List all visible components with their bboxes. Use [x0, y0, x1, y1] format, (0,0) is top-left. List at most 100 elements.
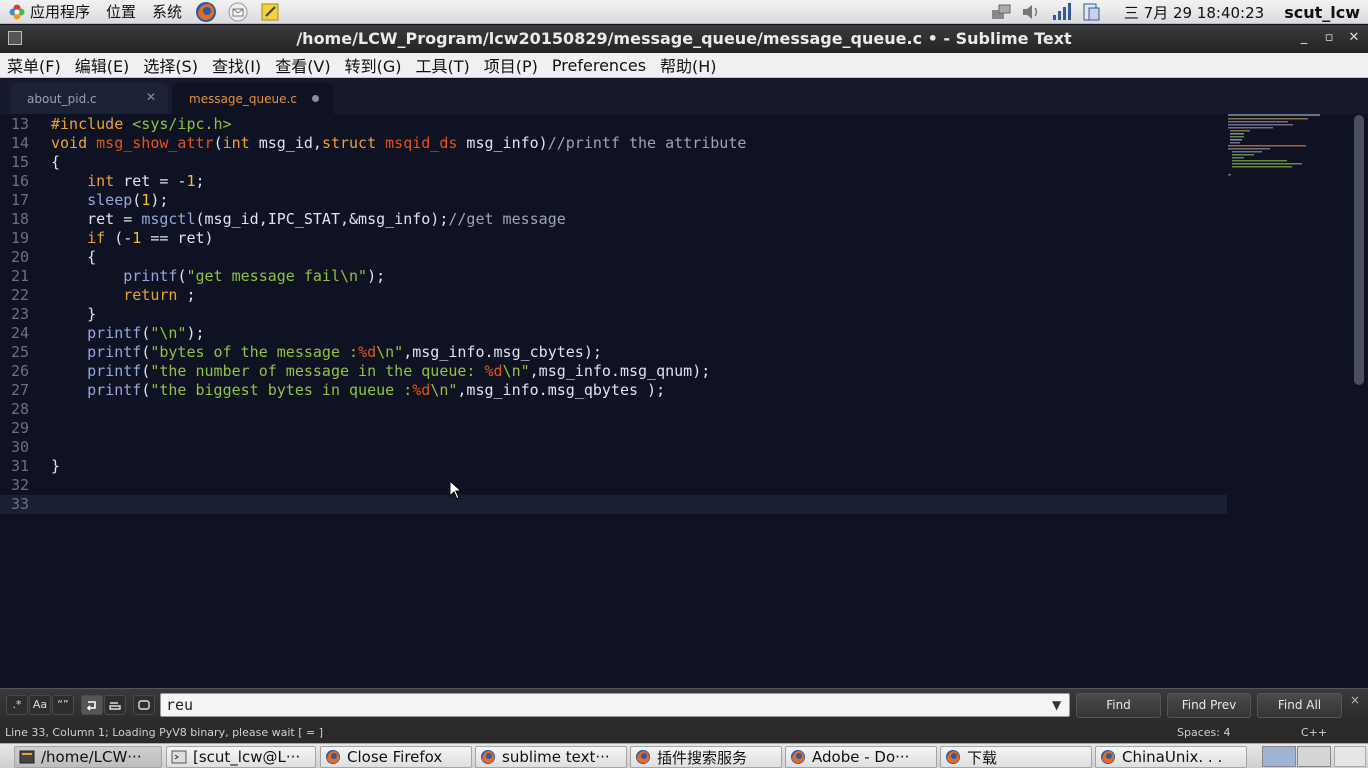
code-line[interactable]: 16 int ret = -1; [0, 172, 1227, 191]
in-selection-toggle[interactable] [104, 695, 126, 715]
code-line[interactable]: 30 [0, 438, 1227, 457]
menu-edit[interactable]: 编辑(E) [68, 53, 137, 77]
taskbar-item[interactable]: ChinaUnix. . . [1095, 746, 1247, 768]
code-line[interactable]: 28 [0, 400, 1227, 419]
line-code: #include <sys/ipc.h> [51, 115, 232, 133]
menu-selection[interactable]: 选择(S) [136, 53, 205, 77]
taskbar: /home/LCW··· [scut_lcw@L··· Close Firefox s… [0, 743, 1368, 768]
code-line[interactable]: 18 ret = msgctl(msg_id,IPC_STAT,&msg_inf… [0, 210, 1227, 229]
find-panel: .* Aa “” ▼ Find Find Prev Find All × [0, 688, 1368, 721]
places-menu[interactable]: 位置 [98, 0, 144, 24]
line-code: void msg_show_attr(int msg_id,struct msq… [51, 134, 747, 152]
line-code: } [51, 457, 61, 475]
code-line[interactable]: 32 [0, 476, 1227, 495]
code-line[interactable]: 22 return ; [0, 286, 1227, 305]
minimize-button[interactable]: _ [1295, 28, 1313, 48]
editor-scrollbar[interactable] [1354, 115, 1364, 385]
code-line[interactable]: 27 printf("the biggest bytes in queue :%… [0, 381, 1227, 400]
whole-word-toggle[interactable]: “” [52, 695, 74, 715]
code-line[interactable]: 13 #include <sys/ipc.h> [0, 115, 1227, 134]
user-menu[interactable]: scut_lcw [1284, 3, 1360, 22]
window-titlebar[interactable]: /home/LCW_Program/lcw20150829/message_qu… [0, 25, 1368, 53]
firefox-launcher[interactable] [194, 1, 218, 23]
wrap-toggle[interactable] [81, 695, 103, 715]
mail-launcher[interactable] [226, 1, 250, 23]
code-line[interactable]: 15 { [0, 153, 1227, 172]
menu-file[interactable]: 菜单(F) [0, 53, 68, 77]
menu-tools[interactable]: 工具(T) [409, 53, 477, 77]
taskbar-item[interactable]: Close Firefox [320, 746, 472, 768]
menu-help[interactable]: 帮助(H) [653, 53, 724, 77]
code-line[interactable]: 23 } [0, 305, 1227, 324]
firefox-icon [636, 750, 650, 764]
case-sensitive-toggle[interactable]: Aa [29, 695, 51, 715]
status-bar: Line 33, Column 1; Loading PyV8 binary, … [0, 721, 1368, 743]
code-line[interactable]: 14 void msg_show_attr(int msg_id,struct m… [0, 134, 1227, 153]
find-button[interactable]: Find [1076, 693, 1161, 718]
menu-goto[interactable]: 转到(G) [338, 53, 409, 77]
taskbar-item[interactable]: 下载 [940, 746, 1092, 768]
taskbar-item[interactable]: [scut_lcw@L··· [166, 746, 316, 768]
menu-project[interactable]: 项目(P) [477, 53, 545, 77]
code-line[interactable]: 29 [0, 419, 1227, 438]
line-code: ret = msgctl(msg_id,IPC_STAT,&msg_info);… [51, 210, 566, 228]
clock[interactable]: 三 7月 29 18:40:23 [1124, 2, 1264, 23]
volume-icon[interactable] [1020, 2, 1042, 22]
close-tab-icon[interactable]: ✕ [146, 90, 156, 104]
clipboard-icon[interactable] [1080, 2, 1102, 22]
code-editor[interactable]: 13 #include <sys/ipc.h> 14 void msg_show_at… [0, 114, 1368, 688]
find-prev-button[interactable]: Find Prev [1167, 693, 1251, 718]
code-line[interactable]: 24 printf("\n"); [0, 324, 1227, 343]
signal-bars-icon[interactable] [1050, 2, 1072, 22]
menu-preferences[interactable]: Preferences [545, 56, 653, 75]
code-line[interactable]: 17 sleep(1); [0, 191, 1227, 210]
trash-applet[interactable] [1334, 746, 1366, 767]
menu-view[interactable]: 查看(V) [268, 53, 337, 77]
find-input[interactable] [160, 693, 1070, 717]
line-code: printf("bytes of the message :%d\n",msg_… [87, 343, 602, 361]
line-number: 16 [10, 172, 29, 190]
unsaved-dot-icon[interactable] [312, 95, 319, 102]
network-icon[interactable] [990, 2, 1012, 22]
code-line[interactable]: 19 if (-1 == ret) [0, 229, 1227, 248]
workspace-1[interactable] [1262, 746, 1296, 767]
indentation-setting[interactable]: Spaces: 4 [1177, 726, 1230, 739]
close-window-button[interactable]: ✕ [1345, 28, 1363, 48]
firefox-icon [1101, 750, 1115, 764]
line-number: 20 [10, 248, 29, 266]
tab-message-queue[interactable]: message_queue.c [172, 83, 334, 114]
syntax-setting[interactable]: C++ [1301, 726, 1327, 739]
line-number: 22 [10, 286, 29, 304]
system-menu[interactable]: 系统 [144, 0, 190, 24]
code-line[interactable]: 33 [0, 495, 1227, 514]
code-line[interactable]: 21 printf("get message fail\n"); [0, 267, 1227, 286]
minimap[interactable] [1228, 114, 1320, 184]
code-line[interactable]: 31} [0, 457, 1227, 476]
tab-about-pid[interactable]: about_pid.c ✕ [10, 83, 168, 114]
taskbar-item[interactable]: /home/LCW··· [14, 746, 162, 768]
code-line[interactable]: 26 printf("the number of message in the … [0, 362, 1227, 381]
applications-menu[interactable]: 应用程序 [0, 0, 98, 24]
line-code: int ret = -1; [87, 172, 205, 190]
taskbar-item[interactable]: 插件搜索服务 [630, 746, 782, 768]
system-tray: 三 7月 29 18:40:23 scut_lcw [986, 0, 1368, 24]
taskbar-item[interactable]: sublime text··· [475, 746, 627, 768]
regex-toggle[interactable]: .* [6, 695, 28, 715]
close-find-panel-icon[interactable]: × [1350, 693, 1360, 707]
find-all-button[interactable]: Find All [1257, 693, 1342, 718]
workspace-2[interactable] [1297, 746, 1331, 767]
maximize-button[interactable]: ▫ [1320, 28, 1338, 48]
highlight-matches-toggle[interactable] [133, 695, 155, 715]
notes-launcher[interactable] [258, 1, 282, 23]
taskbar-item-label: 下载 [967, 748, 998, 767]
line-number: 33 [10, 495, 29, 513]
taskbar-item-label: [scut_lcw@L··· [193, 748, 301, 766]
taskbar-item-label: Close Firefox [347, 748, 443, 766]
mouse-cursor-icon [449, 480, 463, 500]
taskbar-item[interactable]: Adobe - Do··· [785, 746, 937, 768]
code-line[interactable]: 20 { [0, 248, 1227, 267]
find-history-dropdown-icon[interactable]: ▼ [1052, 698, 1061, 712]
menu-find[interactable]: 查找(I) [205, 53, 268, 77]
code-line[interactable]: 25 printf("bytes of the message :%d\n",m… [0, 343, 1227, 362]
line-code: return ; [123, 286, 196, 304]
